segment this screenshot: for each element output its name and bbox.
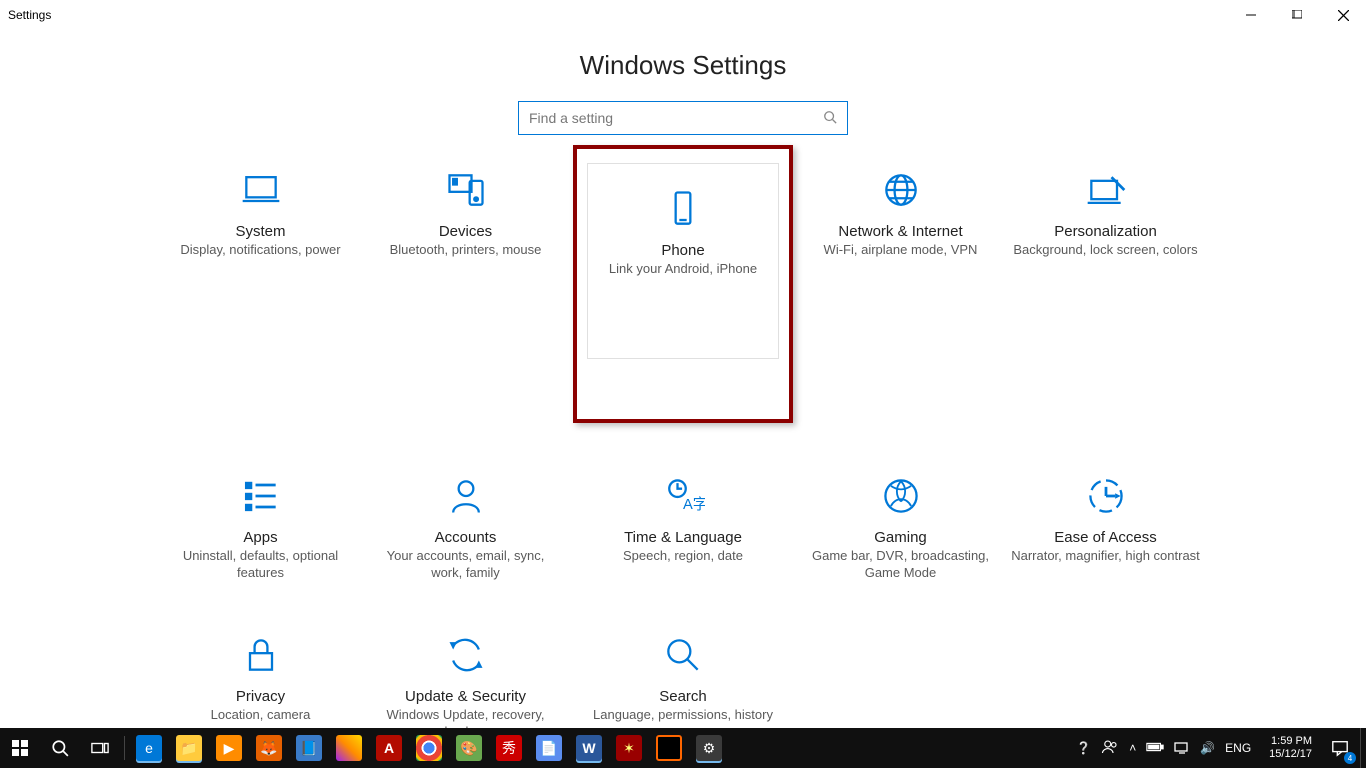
tile-desc: Bluetooth, printers, mouse bbox=[371, 242, 561, 259]
tile-update-security[interactable]: Update & Security Windows Update, recove… bbox=[371, 630, 561, 741]
task-view-button[interactable] bbox=[80, 728, 120, 768]
taskbar-search-button[interactable] bbox=[40, 728, 80, 768]
tile-gaming[interactable]: Gaming Game bar, DVR, broadcasting, Game… bbox=[806, 471, 996, 582]
tile-personalization[interactable]: Personalization Background, lock screen,… bbox=[1011, 165, 1201, 423]
tray-battery-icon[interactable] bbox=[1146, 741, 1164, 756]
tile-title: Search bbox=[588, 688, 778, 705]
taskbar-app-word[interactable]: W bbox=[569, 728, 609, 768]
search-icon bbox=[823, 110, 837, 127]
taskbar-app-paint[interactable]: 🎨 bbox=[449, 728, 489, 768]
tile-title: Phone bbox=[592, 242, 774, 259]
tray-chevron-up-icon[interactable]: ˄ bbox=[1129, 741, 1136, 755]
taskbar-app-settings[interactable]: ⚙ bbox=[689, 728, 729, 768]
taskbar-app-xiu[interactable]: 秀 bbox=[489, 728, 529, 768]
tile-devices[interactable]: Devices Bluetooth, printers, mouse bbox=[371, 165, 561, 423]
close-button[interactable] bbox=[1320, 0, 1366, 30]
tile-desc: Game bar, DVR, broadcasting, Game Mode bbox=[806, 548, 996, 582]
svg-text:A字: A字 bbox=[683, 496, 705, 513]
action-center-button[interactable]: 4 bbox=[1320, 728, 1360, 768]
tray-volume-icon[interactable]: 🔊 bbox=[1200, 741, 1215, 755]
tile-system[interactable]: System Display, notifications, power bbox=[166, 165, 356, 423]
xbox-icon bbox=[806, 471, 996, 521]
taskbar-app-dictionary[interactable]: 📘 bbox=[289, 728, 329, 768]
tile-title: Gaming bbox=[806, 529, 996, 546]
devices-icon bbox=[371, 165, 561, 215]
tile-phone-highlight: Phone Link your Android, iPhone bbox=[573, 145, 793, 423]
sync-icon bbox=[371, 630, 561, 680]
tile-phone[interactable]: Phone Link your Android, iPhone bbox=[592, 184, 774, 278]
tile-title: Apps bbox=[166, 529, 356, 546]
page-title: Windows Settings bbox=[0, 50, 1366, 81]
tile-title: Accounts bbox=[371, 529, 561, 546]
taskbar-app-loader[interactable] bbox=[649, 728, 689, 768]
taskbar-app-camera[interactable] bbox=[329, 728, 369, 768]
tray-network-icon[interactable] bbox=[1174, 740, 1190, 757]
notification-badge: 4 bbox=[1344, 752, 1356, 764]
tile-title: Privacy bbox=[166, 688, 356, 705]
start-button[interactable] bbox=[0, 728, 40, 768]
search-box[interactable] bbox=[518, 101, 848, 135]
taskbar: e 📁 ▶ 🦊 📘 A 🎨 秀 📄 W ✶ ⚙ ❔ ˄ 🔊 E bbox=[0, 728, 1366, 768]
window-controls bbox=[1228, 0, 1366, 30]
tile-time-language[interactable]: A字 Time & Language Speech, region, date bbox=[588, 471, 778, 582]
tile-title: System bbox=[166, 223, 356, 240]
tile-search[interactable]: Search Language, permissions, history bbox=[588, 630, 778, 741]
laptop-icon bbox=[166, 165, 356, 215]
show-desktop-button[interactable] bbox=[1360, 728, 1366, 768]
phone-icon bbox=[592, 184, 774, 234]
taskbar-app-explorer[interactable]: 📁 bbox=[169, 728, 209, 768]
lock-icon bbox=[166, 630, 356, 680]
globe-icon bbox=[806, 165, 996, 215]
tray-help-icon[interactable]: ❔ bbox=[1076, 741, 1091, 755]
tile-title: Network & Internet bbox=[806, 223, 996, 240]
tile-title: Update & Security bbox=[371, 688, 561, 705]
taskbar-app-firefox[interactable]: 🦊 bbox=[249, 728, 289, 768]
tile-title: Ease of Access bbox=[1011, 529, 1201, 546]
taskbar-clock[interactable]: 1:59 PM 15/12/17 bbox=[1261, 735, 1320, 761]
tile-privacy[interactable]: Privacy Location, camera bbox=[166, 630, 356, 741]
tile-desc: Background, lock screen, colors bbox=[1011, 242, 1201, 259]
app-title: Settings bbox=[8, 8, 51, 22]
tile-desc: Wi-Fi, airplane mode, VPN bbox=[806, 242, 996, 259]
tile-accounts[interactable]: Accounts Your accounts, email, sync, wor… bbox=[371, 471, 561, 582]
time-language-icon: A字 bbox=[588, 471, 778, 521]
clock-time: 1:59 PM bbox=[1269, 735, 1312, 748]
tile-desc: Link your Android, iPhone bbox=[592, 261, 774, 278]
taskbar-app-edge[interactable]: e bbox=[129, 728, 169, 768]
maximize-button[interactable] bbox=[1274, 0, 1320, 30]
taskbar-separator bbox=[124, 736, 125, 760]
tile-desc: Language, permissions, history bbox=[588, 707, 778, 724]
settings-grid: System Display, notifications, power Dev… bbox=[163, 165, 1203, 740]
tile-desc: Your accounts, email, sync, work, family bbox=[371, 548, 561, 582]
system-tray: ❔ ˄ 🔊 ENG bbox=[1066, 738, 1261, 759]
magnifier-icon bbox=[588, 630, 778, 680]
tile-title: Devices bbox=[371, 223, 561, 240]
tray-language[interactable]: ENG bbox=[1225, 741, 1251, 755]
tile-desc: Location, camera bbox=[166, 707, 356, 724]
minimize-button[interactable] bbox=[1228, 0, 1274, 30]
clock-date: 15/12/17 bbox=[1269, 748, 1312, 761]
taskbar-app-red[interactable]: ✶ bbox=[609, 728, 649, 768]
tile-network[interactable]: Network & Internet Wi-Fi, airplane mode,… bbox=[806, 165, 996, 423]
tray-people-icon[interactable] bbox=[1101, 738, 1119, 759]
taskbar-app-chrome[interactable] bbox=[409, 728, 449, 768]
tile-ease-of-access[interactable]: Ease of Access Narrator, magnifier, high… bbox=[1011, 471, 1201, 582]
tile-apps[interactable]: Apps Uninstall, defaults, optional featu… bbox=[166, 471, 356, 582]
taskbar-app-adobe-reader[interactable]: A bbox=[369, 728, 409, 768]
tile-title: Personalization bbox=[1011, 223, 1201, 240]
person-icon bbox=[371, 471, 561, 521]
tile-desc: Speech, region, date bbox=[588, 548, 778, 565]
ease-of-access-icon bbox=[1011, 471, 1201, 521]
tile-desc: Narrator, magnifier, high contrast bbox=[1011, 548, 1201, 565]
taskbar-app-foxit[interactable]: 📄 bbox=[529, 728, 569, 768]
title-bar: Settings bbox=[0, 0, 1366, 30]
taskbar-app-media[interactable]: ▶ bbox=[209, 728, 249, 768]
search-input[interactable] bbox=[529, 110, 823, 126]
tile-desc: Uninstall, defaults, optional features bbox=[166, 548, 356, 582]
personalization-icon bbox=[1011, 165, 1201, 215]
tile-title: Time & Language bbox=[588, 529, 778, 546]
apps-list-icon bbox=[166, 471, 356, 521]
tile-desc: Display, notifications, power bbox=[166, 242, 356, 259]
